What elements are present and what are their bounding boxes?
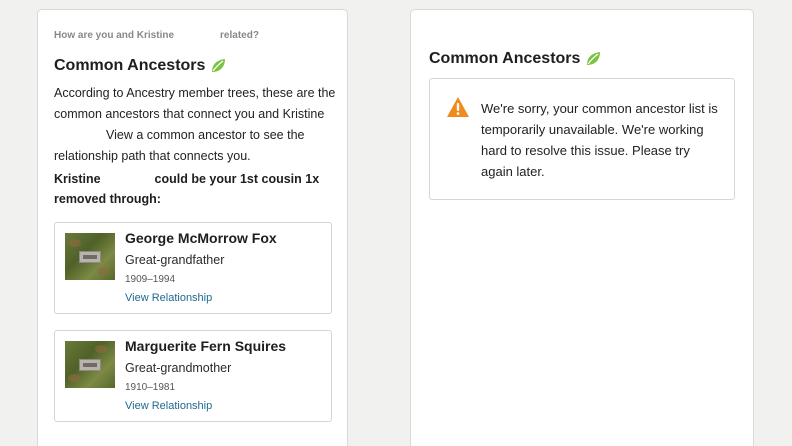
ancestor-dates: 1910–1981 (125, 382, 176, 393)
ancestor-relationship: Great-grandfather (125, 253, 225, 267)
section-heading: Common Ancestors (54, 57, 226, 75)
ancestor-photo[interactable] (65, 233, 115, 280)
heading-text: Common Ancestors (429, 50, 581, 67)
headstone-icon (79, 359, 101, 371)
ancestor-dates: 1909–1994 (125, 274, 176, 285)
common-ancestors-panel-right: Common Ancestors We're sorry, your commo… (410, 9, 754, 446)
common-ancestors-panel-left: How are you and Kristine related? Common … (37, 9, 348, 446)
ancestor-name[interactable]: Marguerite Fern Squires (125, 338, 286, 354)
view-relationship-link[interactable]: View Relationship (125, 292, 212, 304)
question-text-end: related? (220, 30, 259, 41)
cousin-text-start: Kristine (54, 172, 101, 186)
leaf-icon (212, 59, 226, 72)
section-heading: Common Ancestors (429, 50, 601, 68)
warning-triangle-icon (447, 97, 469, 117)
ancestor-card[interactable]: George McMorrow Fox Great-grandfather 19… (54, 222, 332, 314)
ancestor-relationship: Great-grandmother (125, 361, 232, 375)
view-relationship-link[interactable]: View Relationship (125, 400, 212, 412)
headstone-icon (79, 251, 101, 263)
relationship-question: How are you and Kristine related? (54, 30, 259, 41)
question-text-start: How are you and Kristine (54, 30, 175, 41)
intro-paragraph: According to Ancestry member trees, thes… (54, 83, 336, 167)
leaf-icon (587, 52, 601, 65)
ancestor-photo[interactable] (65, 341, 115, 388)
ancestor-name[interactable]: George McMorrow Fox (125, 230, 277, 246)
error-notice: We're sorry, your common ancestor list i… (429, 78, 735, 200)
cousin-statement: Kristine could be your 1st cousin 1x remo… (54, 169, 336, 209)
error-message: We're sorry, your common ancestor list i… (481, 101, 718, 179)
heading-text: Common Ancestors (54, 57, 206, 74)
intro-text-start: According to Ancestry member trees, thes… (54, 86, 336, 121)
ancestor-card[interactable]: Marguerite Fern Squires Great-grandmothe… (54, 330, 332, 422)
intro-text-end: View a common ancestor to see the relati… (54, 128, 305, 163)
